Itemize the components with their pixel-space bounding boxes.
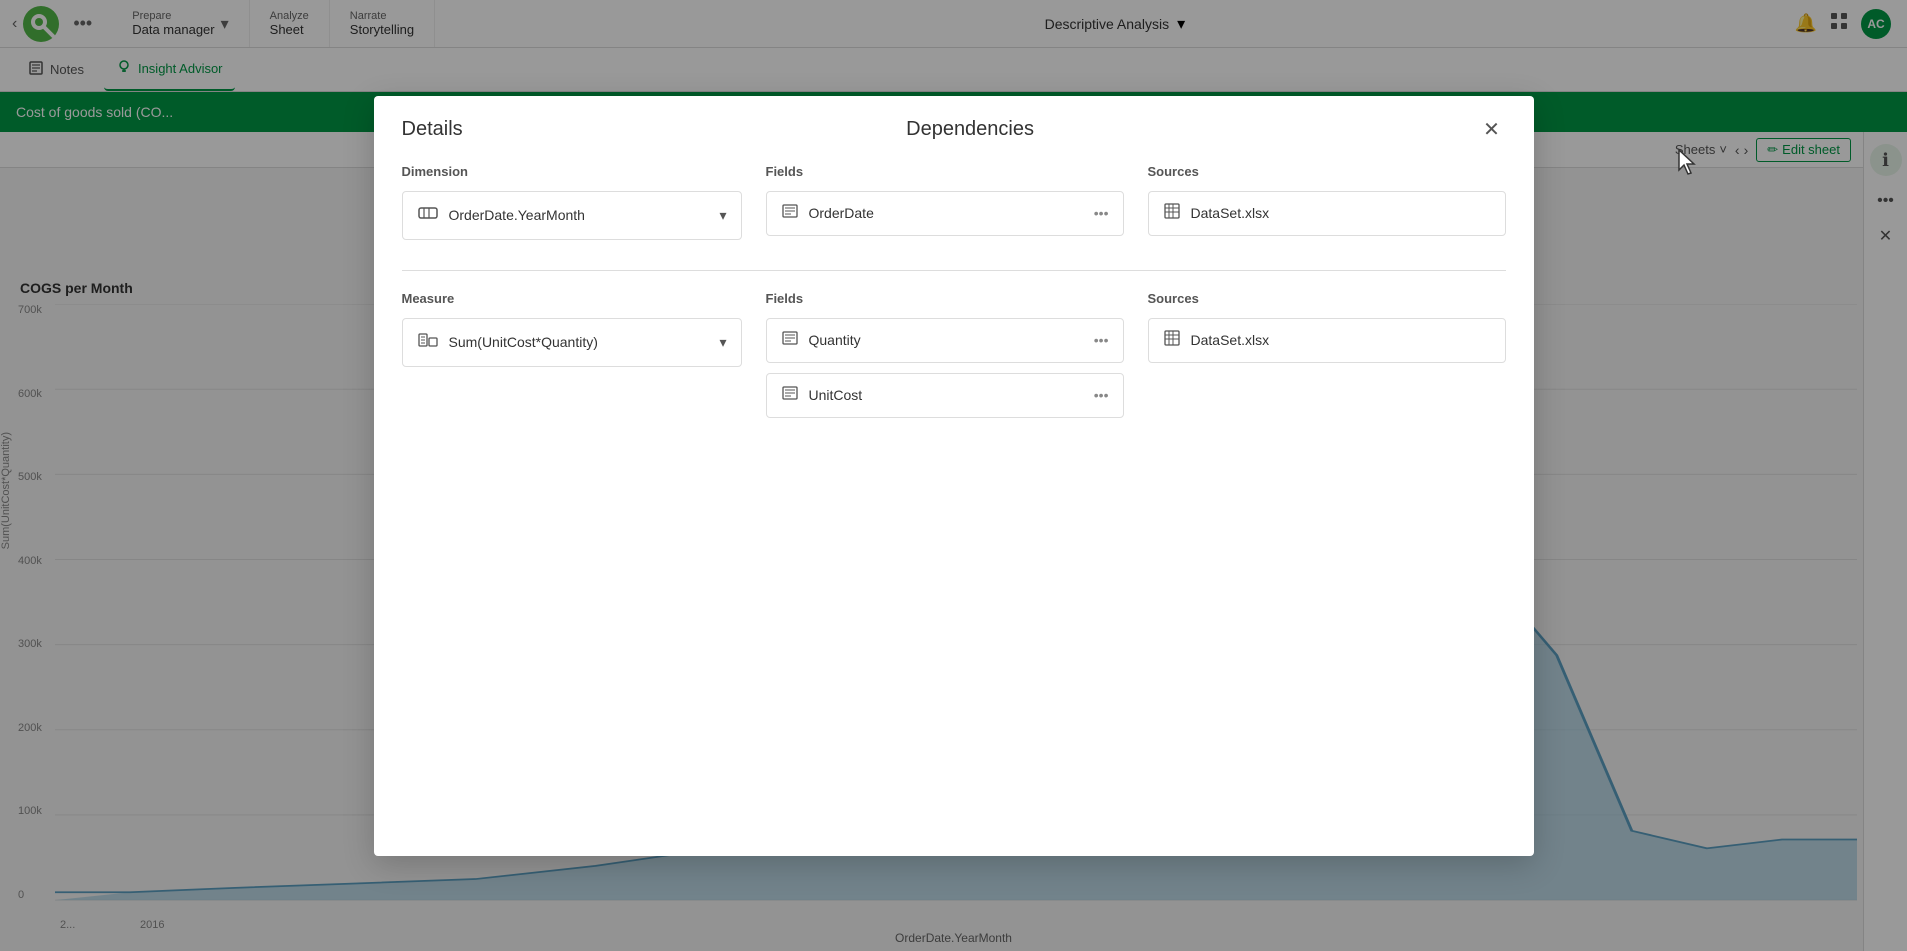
measure-col-label: Measure <box>402 291 742 306</box>
fields-col-label-meas: Fields <box>766 291 1124 306</box>
source-icon-dim <box>1163 202 1181 225</box>
modal-dependencies-title: Dependencies <box>463 118 1478 141</box>
dimension-card[interactable]: OrderDate.YearMonth ▾ <box>402 191 742 240</box>
modal-close-button[interactable]: ✕ <box>1478 116 1506 144</box>
dimension-expand-icon[interactable]: ▾ <box>719 207 726 224</box>
dimension-row: Dimension OrderDate.YearMonth ▾ <box>402 164 1506 246</box>
dimension-detail-col: Dimension OrderDate.YearMonth ▾ <box>402 164 742 246</box>
field-more-button[interactable]: ••• <box>1094 205 1109 221</box>
measure-value: Sum(UnitCost*Quantity) <box>449 334 710 350</box>
dimension-sources-col: Sources DataSet.xlsx <box>1148 164 1506 246</box>
modal-details-title: Details <box>402 118 463 141</box>
dependencies-modal: Details Dependencies ✕ Dimension <box>374 96 1534 856</box>
measure-card[interactable]: Sum(UnitCost*Quantity) ▾ <box>402 318 742 367</box>
section-divider <box>402 270 1506 271</box>
field-icon-quantity <box>781 329 799 352</box>
sources-col-label-dim: Sources <box>1148 164 1506 179</box>
source-icon-meas <box>1163 329 1181 352</box>
modal-header: Details Dependencies ✕ <box>374 96 1534 164</box>
quantity-more-button[interactable]: ••• <box>1094 332 1109 348</box>
measure-source-card: DataSet.xlsx <box>1148 318 1506 363</box>
field-value-unitcost: UnitCost <box>809 387 1084 403</box>
unitcost-more-button[interactable]: ••• <box>1094 387 1109 403</box>
sources-col-label-meas: Sources <box>1148 291 1506 306</box>
source-value-meas: DataSet.xlsx <box>1191 332 1491 348</box>
dimension-value: OrderDate.YearMonth <box>449 207 710 223</box>
measure-icon <box>417 329 439 356</box>
field-value-quantity: Quantity <box>809 332 1084 348</box>
field-icon-unitcost <box>781 384 799 407</box>
field-value-orderdate: OrderDate <box>809 205 1084 221</box>
dimension-icon <box>417 202 439 229</box>
measure-row: Measure Sum(Un <box>402 291 1506 428</box>
fields-col-label-dim: Fields <box>766 164 1124 179</box>
measure-sources-col: Sources DataSet.xlsx <box>1148 291 1506 428</box>
measure-section: Measure Sum(Un <box>402 291 1506 428</box>
dimension-section: Dimension OrderDate.YearMonth ▾ <box>402 164 1506 246</box>
dimension-fields-col: Fields OrderDate ••• <box>766 164 1124 246</box>
measure-expand-icon[interactable]: ▾ <box>719 334 726 351</box>
modal-overlay: Details Dependencies ✕ Dimension <box>0 0 1907 951</box>
measure-fields-col: Fields Quantity ••• UnitC <box>766 291 1124 428</box>
dimension-field-card: OrderDate ••• <box>766 191 1124 236</box>
unitcost-field-card: UnitCost ••• <box>766 373 1124 418</box>
source-value-dim: DataSet.xlsx <box>1191 205 1491 221</box>
quantity-field-card: Quantity ••• <box>766 318 1124 363</box>
field-icon-dim <box>781 202 799 225</box>
measure-detail-col: Measure Sum(Un <box>402 291 742 428</box>
dimension-source-card: DataSet.xlsx <box>1148 191 1506 236</box>
dimension-col-label: Dimension <box>402 164 742 179</box>
modal-body: Dimension OrderDate.YearMonth ▾ <box>374 164 1534 480</box>
